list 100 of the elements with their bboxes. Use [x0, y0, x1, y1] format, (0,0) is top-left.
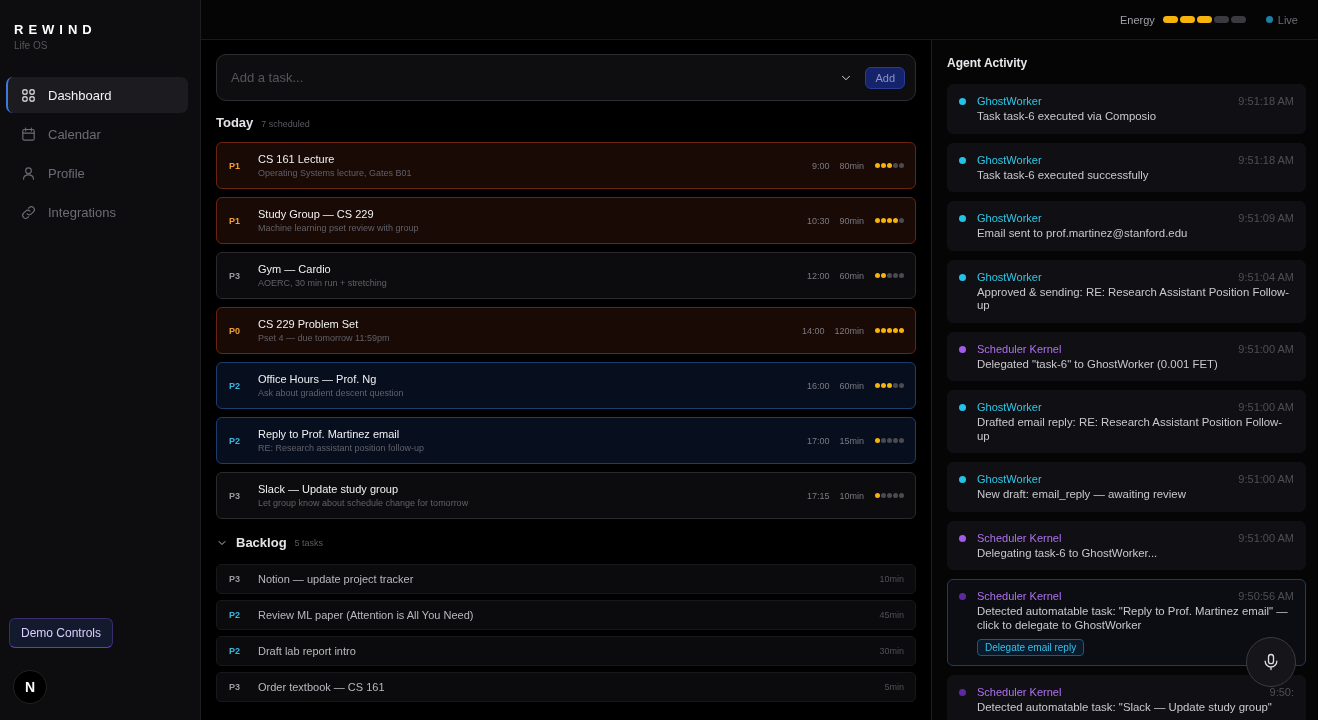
- nav-item[interactable]: Integrations: [6, 194, 188, 230]
- calendar-icon: [20, 125, 37, 143]
- activity-time: 9:51:09 AM: [1238, 212, 1294, 224]
- agent-name: GhostWorker: [977, 95, 1043, 107]
- task-title: CS 229 Problem Set: [258, 318, 359, 330]
- agent-name: GhostWorker: [977, 212, 1043, 224]
- agent-name: GhostWorker: [977, 473, 1043, 485]
- add-button[interactable]: Add: [865, 66, 905, 89]
- activity-message: Approved & sending: RE: Research Assistant Position Follow-up: [977, 285, 1291, 313]
- grid-icon: [20, 86, 37, 104]
- priority-label: P2: [229, 610, 241, 620]
- task-count: 7 scheduled: [261, 119, 310, 129]
- task-time: 16:00: [806, 380, 830, 391]
- task-card[interactable]: P3 Slack — Update study group Let group know about schedule change for tomorrow 17:15 10min: [216, 472, 916, 519]
- person-icon: [20, 164, 37, 182]
- task-time: 14:00: [801, 325, 825, 336]
- activity-time: 9:51:00 AM: [1238, 473, 1294, 485]
- activity-time: 9:51:00 AM: [1238, 401, 1294, 413]
- app-subtitle: Life OS: [14, 40, 48, 51]
- nav-item[interactable]: Profile: [6, 155, 188, 191]
- activity-message: Delegated "task-6" to GhostWorker (0.001 FET): [977, 357, 1219, 371]
- task-input-field[interactable]: Add a task... Add: [216, 54, 916, 101]
- task-title: Draft lab report intro: [258, 645, 357, 657]
- priority-label: P3: [229, 490, 241, 501]
- task-count: 5 tasks: [294, 537, 324, 548]
- task-time: 12:00: [806, 270, 830, 281]
- activity-message: Detected automatable task: "Reply to Prof. Martinez email" — click to delegate to GhostWorker: [977, 605, 1289, 632]
- nav-item[interactable]: Calendar: [6, 116, 188, 152]
- task-title: Order textbook — CS 161: [258, 681, 386, 693]
- app-logo: REWIND: [14, 22, 97, 37]
- activity-message: New draft: email_reply — awaiting review: [977, 488, 1187, 502]
- task-duration: 45min: [879, 610, 904, 620]
- task-duration: 5min: [884, 682, 904, 692]
- task-time: 17:15: [806, 490, 830, 501]
- task-duration: 120min: [834, 325, 864, 336]
- delegate-button[interactable]: Delegate email reply: [977, 639, 1085, 656]
- priority-label: P2: [229, 646, 241, 656]
- backlog-item[interactable]: P2 Review ML paper (Attention is All You Need) 45min: [216, 600, 916, 630]
- nav-item[interactable]: Dashboard: [6, 77, 188, 113]
- status-dot: [1265, 16, 1273, 23]
- task-title: Study Group — CS 229: [258, 208, 374, 220]
- activity-time: 9:51:00 AM: [1238, 342, 1294, 355]
- task-card[interactable]: P0 CS 229 Problem Set Pset 4 — due tomorrow 11:59pm 14:00 120min: [216, 307, 916, 354]
- priority-label: P3: [229, 574, 241, 584]
- task-note: Ask about gradient descent question: [258, 388, 404, 398]
- task-duration: 60min: [839, 380, 864, 391]
- backlog-item[interactable]: P3 Notion — update project tracker 10min: [216, 564, 916, 594]
- task-card[interactable]: P2 Reply to Prof. Martinez email RE: Research assistant position follow-up 17:00 15min: [216, 417, 916, 464]
- agent-name: Scheduler Kernel: [977, 590, 1063, 602]
- task-title: Review ML paper (Attention is All You Need): [258, 609, 475, 621]
- live-status: Live: [1277, 13, 1298, 26]
- backlog-item[interactable]: P2 Draft lab report intro 30min: [216, 636, 916, 666]
- activity-message: Email sent to prof.martinez@stanford.edu: [977, 227, 1189, 241]
- task-duration: 10min: [879, 574, 904, 584]
- activity-message: Drafted email reply: RE: Research Assistant Position Follow-up: [977, 416, 1284, 443]
- activity-message: Detected automatable task: "Slack — Update study group": [977, 701, 1273, 715]
- task-title: Notion — update project tracker: [258, 573, 415, 585]
- activity-message: Delegating task-6 to GhostWorker...: [977, 546, 1159, 560]
- backlog-item[interactable]: P3 Order textbook — CS 161 5min: [216, 672, 916, 702]
- task-duration: 10min: [839, 490, 864, 501]
- agent-name: GhostWorker: [977, 270, 1043, 283]
- task-title: Reply to Prof. Martinez email: [258, 428, 400, 440]
- task-title: Slack — Update study group: [258, 483, 399, 495]
- task-duration: 60min: [839, 270, 864, 281]
- task-card[interactable]: P2 Office Hours — Prof. Ng Ask about gradient descent question 16:00 60min: [216, 362, 916, 409]
- task-time: 17:00: [806, 435, 830, 446]
- agent-name: Scheduler Kernel: [977, 686, 1063, 698]
- task-note: Let group know about schedule change for tomorrow: [258, 498, 469, 508]
- activity-message: Task task-6 executed via Composio: [977, 110, 1158, 124]
- panel-title: Agent Activity: [947, 56, 1029, 70]
- activity-message: Task task-6 executed successfully: [977, 168, 1150, 182]
- task-note: Machine learning pset review with group: [258, 223, 419, 233]
- task-note: AOERC, 30 min run + stretching: [258, 278, 387, 288]
- demo-controls-button[interactable]: Demo Controls: [9, 618, 114, 648]
- task-note: Operating Systems lecture, Gates B01: [258, 168, 412, 178]
- task-card[interactable]: P1 CS 161 Lecture Operating Systems lecture, Gates B01 9:00 80min: [216, 142, 916, 189]
- activity-time: 9:51:00 AM: [1238, 531, 1294, 544]
- agent-name: GhostWorker: [977, 153, 1043, 166]
- avatar[interactable]: N: [13, 670, 47, 704]
- energy-label: Energy: [1119, 13, 1155, 26]
- task-duration: 80min: [839, 160, 864, 171]
- priority-label: P2: [229, 380, 241, 391]
- task-note: RE: Research assistant position follow-up: [258, 443, 425, 453]
- task-time: 10:30: [806, 215, 830, 226]
- activity-time: 9:51:18 AM: [1238, 95, 1294, 107]
- section-title: Backlog: [236, 535, 287, 550]
- task-note: Pset 4 — due tomorrow 11:59pm: [258, 333, 390, 343]
- activity-time: 9:50:56 AM: [1238, 590, 1294, 602]
- link-icon: [20, 203, 37, 221]
- agent-name: GhostWorker: [977, 401, 1043, 413]
- priority-label: P3: [229, 270, 241, 281]
- task-card[interactable]: P1 Study Group — CS 229 Machine learning pset review with group 10:30 90min: [216, 197, 916, 244]
- activity-time: 9:50:: [1269, 686, 1294, 698]
- activity-time: 9:51:04 AM: [1238, 270, 1294, 283]
- task-duration: 30min: [879, 646, 904, 656]
- task-duration: 15min: [839, 435, 864, 446]
- agent-name: Scheduler Kernel: [977, 342, 1063, 355]
- task-title: Gym — Cardio: [258, 263, 331, 275]
- agent-name: Scheduler Kernel: [977, 531, 1063, 544]
- task-card[interactable]: P3 Gym — Cardio AOERC, 30 min run + stretching 12:00 60min: [216, 252, 916, 299]
